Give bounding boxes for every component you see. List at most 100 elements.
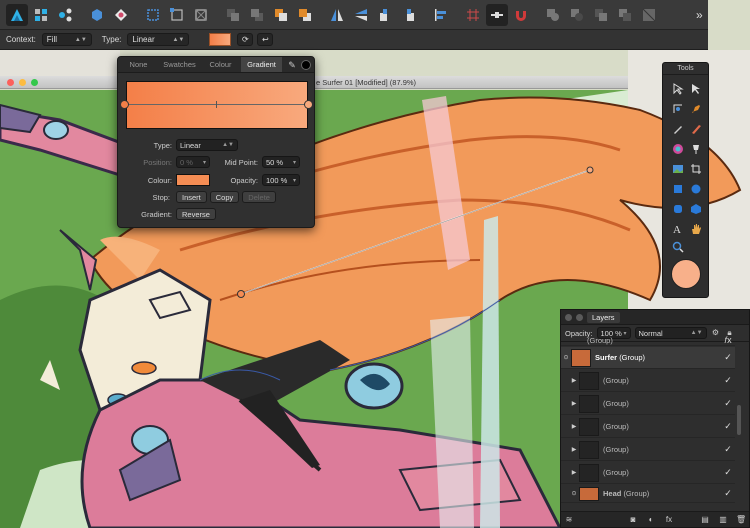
disclosure-closed-icon[interactable]: ▶ — [569, 377, 579, 384]
opacity-field[interactable]: 100 % ▾ — [262, 174, 300, 186]
context-select[interactable]: Fill ▲▼ — [41, 33, 92, 46]
disclosure-closed-icon[interactable]: ▶ — [569, 446, 579, 453]
layers-tab[interactable]: Layers — [587, 311, 620, 323]
arrange-back-icon[interactable] — [270, 4, 292, 26]
visibility-check-icon[interactable]: ✓ — [721, 421, 735, 432]
snapping-magnet-icon[interactable] — [510, 4, 532, 26]
snap-to-grid-icon[interactable] — [486, 3, 508, 26]
mask-icon[interactable]: ◙ — [628, 515, 638, 525]
midpoint-field[interactable]: 50 % ▾ — [262, 156, 300, 168]
crop-tool-icon[interactable] — [688, 161, 703, 176]
corner-tool-icon[interactable] — [670, 101, 685, 116]
move-back-icon[interactable] — [222, 4, 244, 26]
tab-colour[interactable]: Colour — [200, 57, 241, 72]
layer-row[interactable]: ▶ (Group) ✓ — [561, 393, 735, 415]
fill-colour-swatch[interactable] — [671, 259, 701, 289]
gradient-end-stop[interactable] — [304, 100, 313, 109]
visibility-check-icon[interactable]: ✓ — [721, 352, 735, 363]
layer-row[interactable]: ▶ (Group) ✓ — [561, 462, 735, 484]
rotate-handles-icon[interactable] — [190, 4, 212, 26]
move-tool-icon[interactable] — [670, 81, 685, 96]
tab-none[interactable]: None — [118, 57, 159, 72]
disclosure-closed-icon[interactable]: ▶ — [569, 423, 579, 430]
rectangle-tool-icon[interactable] — [670, 181, 685, 196]
pen-tool-icon[interactable] — [688, 101, 703, 116]
visibility-check-icon[interactable]: ✓ — [721, 375, 735, 386]
reverse-gradient-button[interactable]: Reverse — [176, 208, 216, 220]
delete-stop-button[interactable]: Delete — [242, 191, 276, 203]
tab-swatches[interactable]: Swatches — [159, 57, 200, 72]
text-tool-icon[interactable]: A — [670, 221, 685, 236]
stop-colour-swatch[interactable] — [176, 174, 210, 186]
fill-tool-icon[interactable] — [670, 141, 685, 156]
selection-box-icon[interactable] — [166, 4, 188, 26]
transparency-tool-icon[interactable] — [688, 141, 703, 156]
insert-stop-button[interactable]: Insert — [176, 191, 207, 203]
zoom-tool-icon[interactable] — [670, 239, 685, 254]
disclosure-open-icon[interactable]: ⊙ — [561, 354, 571, 361]
gradient-start-stop[interactable] — [120, 100, 129, 109]
rotate-right-icon[interactable] — [398, 4, 420, 26]
brush-tool-icon[interactable] — [688, 121, 703, 136]
snapping-icon[interactable] — [86, 4, 108, 26]
hand-tool-icon[interactable] — [688, 221, 703, 236]
polygon-tool-icon[interactable] — [688, 201, 703, 216]
pixel-persona-icon[interactable] — [30, 4, 52, 26]
trash-icon[interactable]: 🗑︎ — [736, 515, 746, 525]
flip-horizontal-icon[interactable] — [326, 4, 348, 26]
rounded-rectangle-tool-icon[interactable] — [670, 201, 685, 216]
close-panel-icon[interactable] — [565, 313, 572, 321]
tab-gradient[interactable]: Gradient — [241, 57, 282, 72]
layer-row[interactable]: (Group) 𝑓x — [561, 335, 735, 346]
xor-boolean-icon[interactable] — [614, 4, 636, 26]
layers-stack-icon[interactable]: ≋ — [564, 515, 574, 525]
place-image-tool-icon[interactable] — [670, 161, 685, 176]
grid-icon[interactable] — [462, 4, 484, 26]
fx-icon[interactable]: fx — [664, 515, 674, 525]
add-boolean-icon[interactable] — [542, 4, 564, 26]
position-field[interactable]: 0 % ▾ — [176, 156, 210, 168]
disclosure-open-icon[interactable]: ⊙ — [569, 490, 579, 497]
arrange-front-icon[interactable] — [294, 4, 316, 26]
export-persona-icon[interactable] — [54, 4, 76, 26]
ellipse-tool-icon[interactable] — [688, 181, 703, 196]
rotate-left-icon[interactable] — [374, 4, 396, 26]
adjustment-icon[interactable]: ◐ — [646, 515, 656, 525]
add-layer-icon[interactable]: ▤ — [700, 515, 710, 525]
layer-row[interactable]: ▶ (Group) ✓ — [561, 370, 735, 392]
eyedropper-icon[interactable]: ✎ — [286, 59, 298, 71]
visibility-check-icon[interactable]: ✓ — [721, 488, 735, 499]
reverse-gradient-icon[interactable]: ↩ — [257, 33, 274, 46]
disclosure-closed-icon[interactable]: ▶ — [569, 400, 579, 407]
layer-row[interactable]: ▶ (Group) ✓ — [561, 439, 735, 461]
divide-boolean-icon[interactable] — [638, 4, 660, 26]
close-window-icon[interactable] — [7, 79, 14, 86]
visibility-check-icon[interactable]: ✓ — [721, 398, 735, 409]
group-layers-icon[interactable]: ▥ — [718, 515, 728, 525]
layer-row-surfer[interactable]: ⊙ Surfer (Group) ✓ — [561, 347, 735, 369]
toolbar-overflow-icon[interactable]: » — [696, 8, 703, 22]
layers-scrollbar[interactable] — [737, 405, 741, 435]
align-icon[interactable] — [430, 4, 452, 26]
intersect-boolean-icon[interactable] — [590, 4, 612, 26]
type-select[interactable]: Linear ▲▼ — [127, 33, 190, 46]
gradient-swatch[interactable] — [209, 33, 232, 46]
designer-persona-icon[interactable] — [6, 3, 28, 26]
minimize-window-icon[interactable] — [19, 79, 26, 86]
gradient-type-select[interactable]: Linear ▲▼ — [176, 139, 238, 151]
picked-colour-swatch[interactable] — [301, 59, 311, 70]
zoom-window-icon[interactable] — [31, 79, 38, 86]
node-tool-icon[interactable] — [688, 81, 703, 96]
layer-row[interactable]: ▶ (Group) ✓ — [561, 416, 735, 438]
rotate-gradient-icon[interactable]: ⟳ — [237, 33, 254, 46]
pencil-tool-icon[interactable] — [670, 121, 685, 136]
gradient-midpoint-handle[interactable] — [216, 101, 217, 108]
copy-stop-button[interactable]: Copy — [209, 191, 240, 203]
gradient-preview[interactable] — [126, 81, 308, 129]
subtract-boolean-icon[interactable] — [566, 4, 588, 26]
visibility-check-icon[interactable]: ✓ — [721, 467, 735, 478]
assistant-icon[interactable] — [110, 4, 132, 26]
visibility-check-icon[interactable]: ✓ — [721, 444, 735, 455]
move-forward-icon[interactable] — [246, 4, 268, 26]
transform-origin-icon[interactable] — [142, 4, 164, 26]
